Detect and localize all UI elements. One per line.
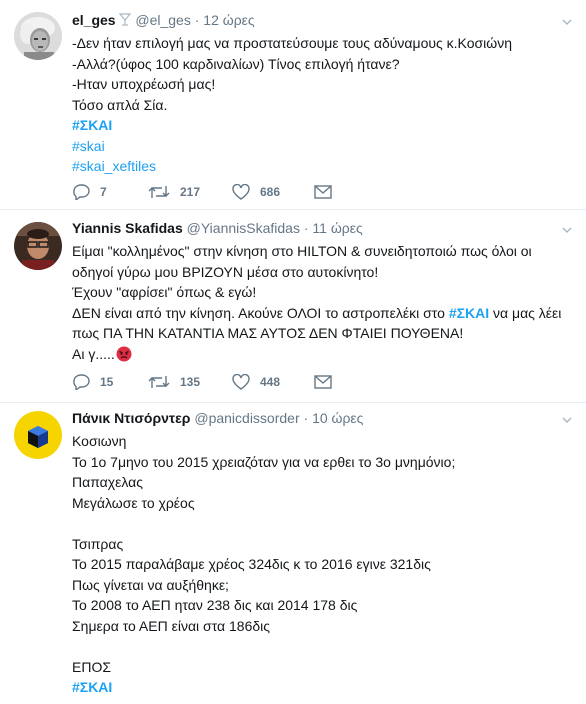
separator-dot: · (303, 220, 309, 236)
retweet-count: 217 (180, 185, 201, 199)
direct-message-button[interactable] (314, 372, 332, 392)
tweet-line: Είμαι "κολλημένος" στην κίνηση στο HILTO… (72, 243, 532, 259)
tweet-text: -Δεν ήταν επιλογή μας να προστατεύσουμε … (72, 33, 576, 177)
hashtag-link[interactable]: #ΣΚΑΙ (72, 115, 576, 136)
tweet-line-text: ΔΕΝ είναι από την κίνηση. Ακούνε ΟΛΟΙ το… (72, 304, 449, 321)
envelope-icon (314, 185, 332, 199)
tweet-timestamp[interactable]: 10 ώρες (312, 410, 363, 426)
direct-message-button[interactable] (314, 182, 332, 202)
author-name[interactable]: Yiannis Skafidas (72, 220, 183, 236)
author-handle[interactable]: @panicdissorder (194, 410, 299, 426)
hashtag-link[interactable]: #skai_xeftiles (72, 156, 576, 177)
reply-count: 7 (100, 185, 107, 199)
tweet-line: Το 2015 παραλάβαμε χρέος 324δις κ το 201… (72, 556, 431, 572)
retweet-button[interactable]: 217 (148, 182, 200, 202)
like-button[interactable]: 448 (232, 372, 280, 392)
retweet-count: 135 (180, 375, 201, 389)
tweet-line-text: Αι γ..... (72, 345, 115, 362)
hashtag-link[interactable]: #ΣΚΑΙ (72, 677, 576, 698)
reply-button[interactable]: 7 (72, 182, 107, 202)
like-count: 686 (260, 185, 281, 199)
author-handle[interactable]: @YiannisSkafidas (187, 220, 300, 236)
separator-dot: · (194, 12, 200, 28)
heart-icon (232, 184, 250, 200)
tweet-header: Πάνικ Ντισόρντερ @panicdissorder · 10 ώρ… (72, 410, 363, 426)
tweet-line: Το 2008 το ΑΕΠ ηταν 238 δις και 2014 178… (72, 597, 358, 613)
reply-button[interactable]: 15 (72, 372, 113, 392)
envelope-icon (314, 375, 332, 389)
tweet-line: -Ηταν υποχρέωσή μας! (72, 76, 216, 92)
cocktail-glass-icon (119, 13, 132, 29)
tweet-timestamp[interactable]: 12 ώρες (203, 12, 254, 28)
tweet-line: Αι γ..... (72, 344, 576, 368)
angry-face-icon (116, 346, 132, 368)
tweet[interactable]: Yiannis Skafidas @YiannisSkafidas · 11 ώ… (0, 210, 586, 403)
tweet-line-text: να μας λέει (489, 304, 562, 321)
tweet-line: Κοσιωνη (72, 433, 127, 449)
tweet-line: Τόσο απλά Σία. (72, 96, 168, 113)
tweet-line: Έχουν "αφρίσει" όπως & εγώ! (72, 284, 257, 300)
tweet-line: οδηγοί γύρω μου ΒΡΙΖΟΥΝ μέσα στο αυτοκίν… (72, 263, 379, 280)
reply-icon (73, 374, 90, 390)
tweet-line: Μεγάλωσε το χρέος (72, 494, 195, 511)
tweet-text: Κοσιωνη Το 1ο 7μηνο του 2015 χρειαζόταν … (72, 431, 576, 698)
retweet-icon (148, 186, 170, 198)
hashtag-link[interactable]: #ΣΚΑΙ (449, 305, 489, 321)
tweet-line: Το 1ο 7μηνο του 2015 χρειαζόταν για να ε… (72, 453, 456, 470)
author-name[interactable]: Πάνικ Ντισόρντερ (72, 410, 190, 426)
author-name[interactable]: el_ges (72, 12, 116, 28)
tweet[interactable]: Πάνικ Ντισόρντερ @panicdissorder · 10 ώρ… (0, 403, 586, 704)
tweet-line: ΕΠΟΣ (72, 658, 111, 675)
tweet-line: Παπαχελας (72, 474, 143, 490)
avatar-photo (14, 222, 62, 270)
tweet-timestamp[interactable]: 11 ώρες (312, 220, 362, 236)
hashtag-link[interactable]: #skai (72, 136, 576, 157)
like-button[interactable]: 686 (232, 182, 280, 202)
avatar[interactable] (14, 411, 62, 459)
separator-dot: · (303, 410, 309, 426)
reply-count: 15 (100, 375, 114, 389)
tweet-line: πως ΠΑ ΤΗΝ ΚΑΤΑΝΤΙΑ ΜΑΣ ΑΥΤΟΣ ΔΕΝ ΦΤΑΙΕΙ… (72, 325, 464, 341)
reply-icon (73, 184, 90, 200)
heart-icon (232, 374, 250, 390)
tweet-line: Σημερα το ΑΕΠ είναι στα 186δις (72, 617, 271, 634)
chevron-down-icon[interactable] (562, 14, 572, 26)
author-handle[interactable]: @el_ges (135, 12, 190, 28)
like-count: 448 (260, 375, 281, 389)
tweet[interactable]: el_ges @el_ges · 12 ώρες -Δεν ήταν επιλο… (0, 0, 586, 210)
chevron-down-icon[interactable] (562, 412, 572, 424)
tweet-line: -Δεν ήταν επιλογή μας να προστατεύσουμε … (72, 35, 512, 51)
tweet-line: ΔΕΝ είναι από την κίνηση. Ακούνε ΟΛΟΙ το… (72, 303, 576, 324)
retweet-icon (148, 376, 170, 388)
retweet-button[interactable]: 135 (148, 372, 200, 392)
avatar[interactable] (14, 222, 62, 270)
tweet-header: el_ges @el_ges · 12 ώρες (72, 12, 255, 29)
tweet-line: Τσιπρας (72, 535, 124, 552)
tweet-header: Yiannis Skafidas @YiannisSkafidas · 11 ώ… (72, 220, 363, 236)
avatar[interactable] (14, 12, 62, 60)
tweet-text: Είμαι "κολλημένος" στην κίνηση στο HILTO… (72, 241, 576, 367)
tweet-line: Πως γίνεται να αυξήθηκε; (72, 576, 229, 593)
tweet-line: -Αλλά?(ύφος 100 καρδιναλίων) Τίνος επιλο… (72, 55, 400, 72)
avatar-photo (14, 12, 62, 60)
chevron-down-icon[interactable] (562, 222, 572, 234)
avatar-photo (14, 411, 62, 459)
